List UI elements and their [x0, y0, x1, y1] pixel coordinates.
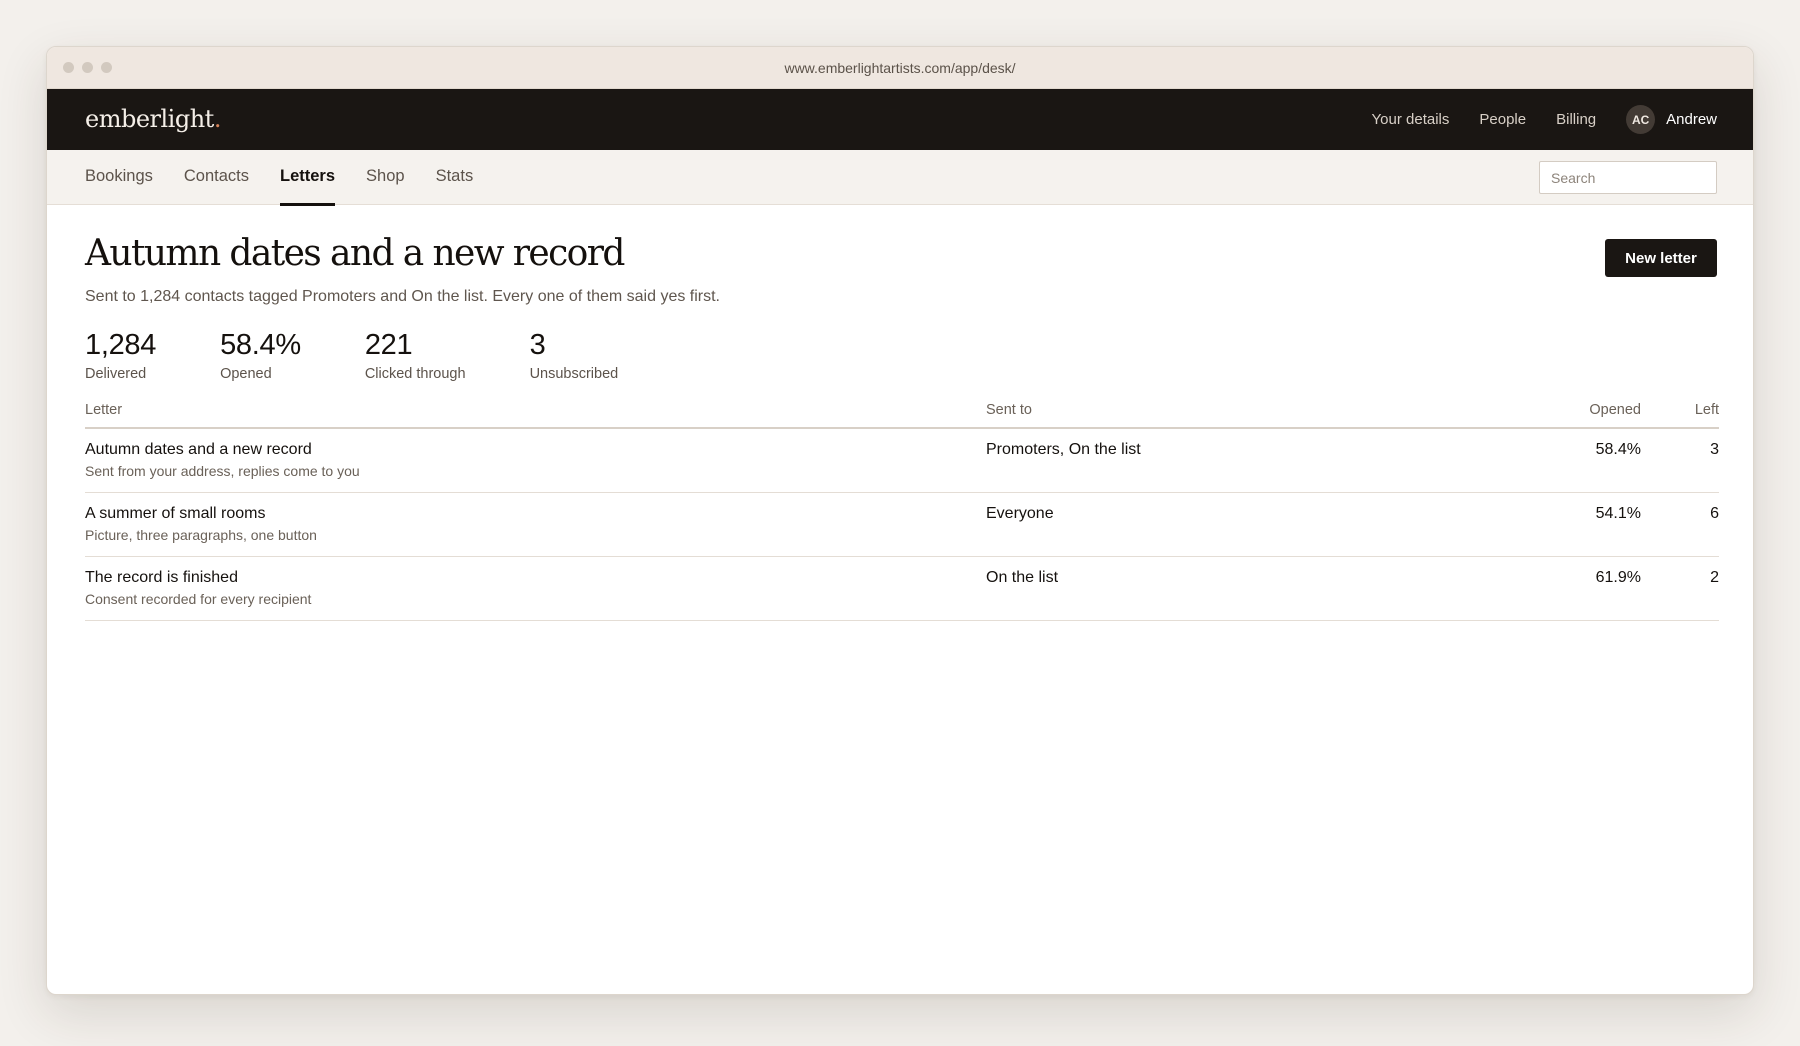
stat-delivered: 1,284 Delivered [85, 329, 157, 383]
browser-window: www.emberlightartists.com/app/desk/ embe… [46, 46, 1754, 995]
opened-cell: 58.4% [1486, 428, 1641, 493]
nav-your-details-link[interactable]: Your details [1372, 111, 1450, 128]
tab-bookings[interactable]: Bookings [85, 150, 153, 205]
letter-cell: A summer of small rooms Picture, three p… [85, 492, 986, 557]
left-cell: 2 [1641, 556, 1719, 621]
opened-cell: 54.1% [1486, 492, 1641, 557]
tab-stats[interactable]: Stats [436, 150, 474, 205]
table-row[interactable]: A summer of small rooms Picture, three p… [85, 492, 1719, 557]
logo-text: emberlight [85, 105, 214, 133]
tab-shop[interactable]: Shop [366, 150, 405, 205]
letter-title[interactable]: A summer of small rooms [85, 505, 986, 523]
letter-title[interactable]: The record is finished [85, 569, 986, 587]
search-input[interactable] [1539, 161, 1717, 194]
column-header-sent-to[interactable]: Sent to [986, 402, 1486, 429]
page-title: Autumn dates and a new record [85, 233, 625, 274]
sent-to-cell: Everyone [986, 492, 1486, 557]
letter-title[interactable]: Autumn dates and a new record [85, 441, 986, 459]
letter-summary: Sent to 1,284 contacts tagged Promoters … [85, 288, 720, 305]
nav-people-link[interactable]: People [1479, 111, 1526, 128]
stat-value: 221 [364, 329, 413, 361]
table-row[interactable]: Autumn dates and a new record Sent from … [85, 428, 1719, 493]
table-row[interactable]: The record is finished Consent recorded … [85, 556, 1719, 621]
sent-to-cell: Promoters, On the list [986, 428, 1486, 493]
left-cell: 3 [1641, 428, 1719, 493]
logo-accent-dot: . [213, 105, 222, 133]
left-cell: 6 [1641, 492, 1719, 557]
nav-billing-link[interactable]: Billing [1556, 111, 1596, 128]
table-header-row: Letter Sent to Opened Left [85, 402, 1719, 429]
address-bar[interactable]: www.emberlightartists.com/app/desk/ [47, 60, 1753, 76]
user-menu[interactable]: AC Andrew [1626, 105, 1717, 134]
app-header: emberlight. Your details People Billing … [47, 89, 1753, 150]
stat-clicked-through: 221 Clicked through [364, 329, 466, 383]
avatar: AC [1626, 105, 1656, 134]
stat-label: Unsubscribed [529, 366, 619, 382]
opened-cell: 61.9% [1486, 556, 1641, 621]
letter-note: Consent recorded for every recipient [85, 591, 312, 607]
stat-label: Delivered [85, 366, 147, 382]
column-header-letter[interactable]: Letter [85, 402, 986, 429]
tab-contacts[interactable]: Contacts [184, 150, 249, 205]
stat-unsubscribed: 3 Unsubscribed [529, 329, 619, 383]
letter-cell: Autumn dates and a new record Sent from … [85, 428, 986, 493]
logo[interactable]: emberlight. [85, 105, 221, 133]
user-name: Andrew [1666, 111, 1717, 128]
letters-table: Letter Sent to Opened Left Autumn dates … [85, 402, 1719, 621]
stat-label: Opened [220, 366, 272, 382]
stat-value: 1,284 [85, 329, 157, 361]
new-letter-button[interactable]: New letter [1605, 239, 1717, 277]
sent-to-cell: On the list [986, 556, 1486, 621]
letter-stats: 1,284 Delivered 58.4% Opened 221 Clicked… [85, 329, 1717, 383]
section-tabs: Bookings Contacts Letters Shop Stats [85, 150, 504, 206]
letter-note: Picture, three paragraphs, one button [85, 527, 317, 543]
stat-value: 3 [529, 329, 546, 361]
stat-opened: 58.4% Opened [220, 329, 301, 383]
browser-chrome: www.emberlightartists.com/app/desk/ [47, 47, 1753, 89]
stat-value: 58.4% [220, 329, 301, 361]
section-nav: Bookings Contacts Letters Shop Stats [47, 150, 1753, 206]
column-header-left[interactable]: Left [1641, 402, 1719, 429]
letter-note: Sent from your address, replies come to … [85, 463, 360, 479]
column-header-opened[interactable]: Opened [1486, 402, 1641, 429]
main-content: Autumn dates and a new record New letter… [47, 205, 1753, 621]
account-nav: Your details People Billing AC Andrew [1342, 89, 1717, 150]
stat-label: Clicked through [364, 366, 466, 382]
letter-cell: The record is finished Consent recorded … [85, 556, 986, 621]
tab-letters[interactable]: Letters [280, 150, 336, 206]
